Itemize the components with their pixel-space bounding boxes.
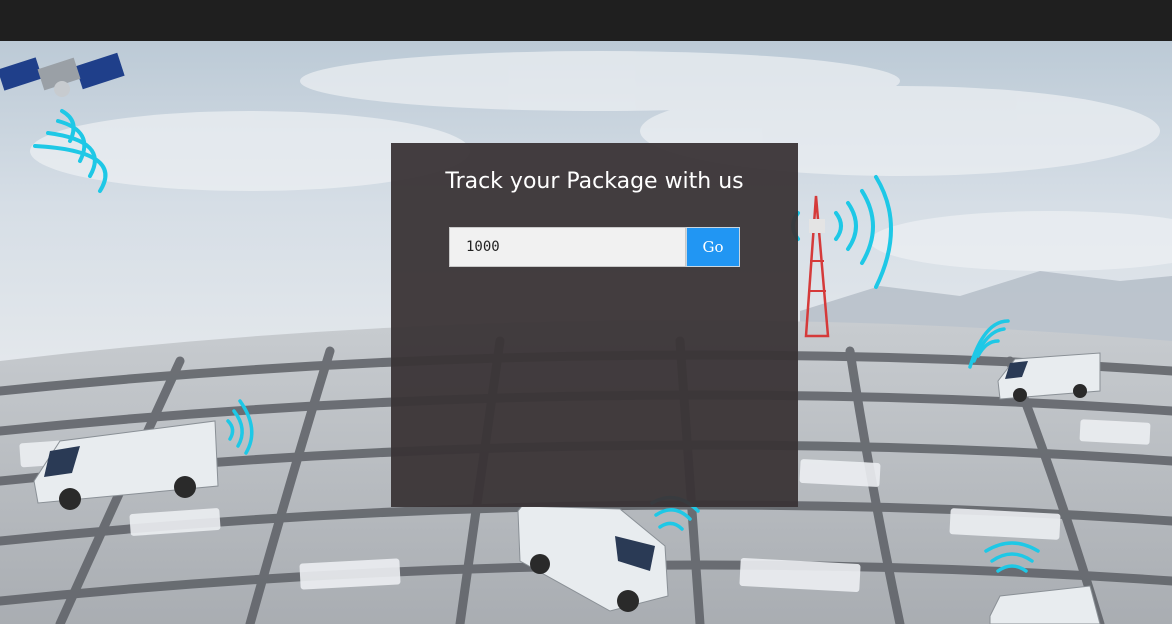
hero-background: Track your Package with us Go [0,41,1172,624]
tracking-number-input[interactable] [449,227,686,267]
tracking-panel: Track your Package with us Go [391,143,798,507]
go-button[interactable]: Go [686,227,740,267]
top-navbar [0,0,1172,41]
tracking-form: Go [449,227,740,267]
page-title: Track your Package with us [445,169,744,194]
